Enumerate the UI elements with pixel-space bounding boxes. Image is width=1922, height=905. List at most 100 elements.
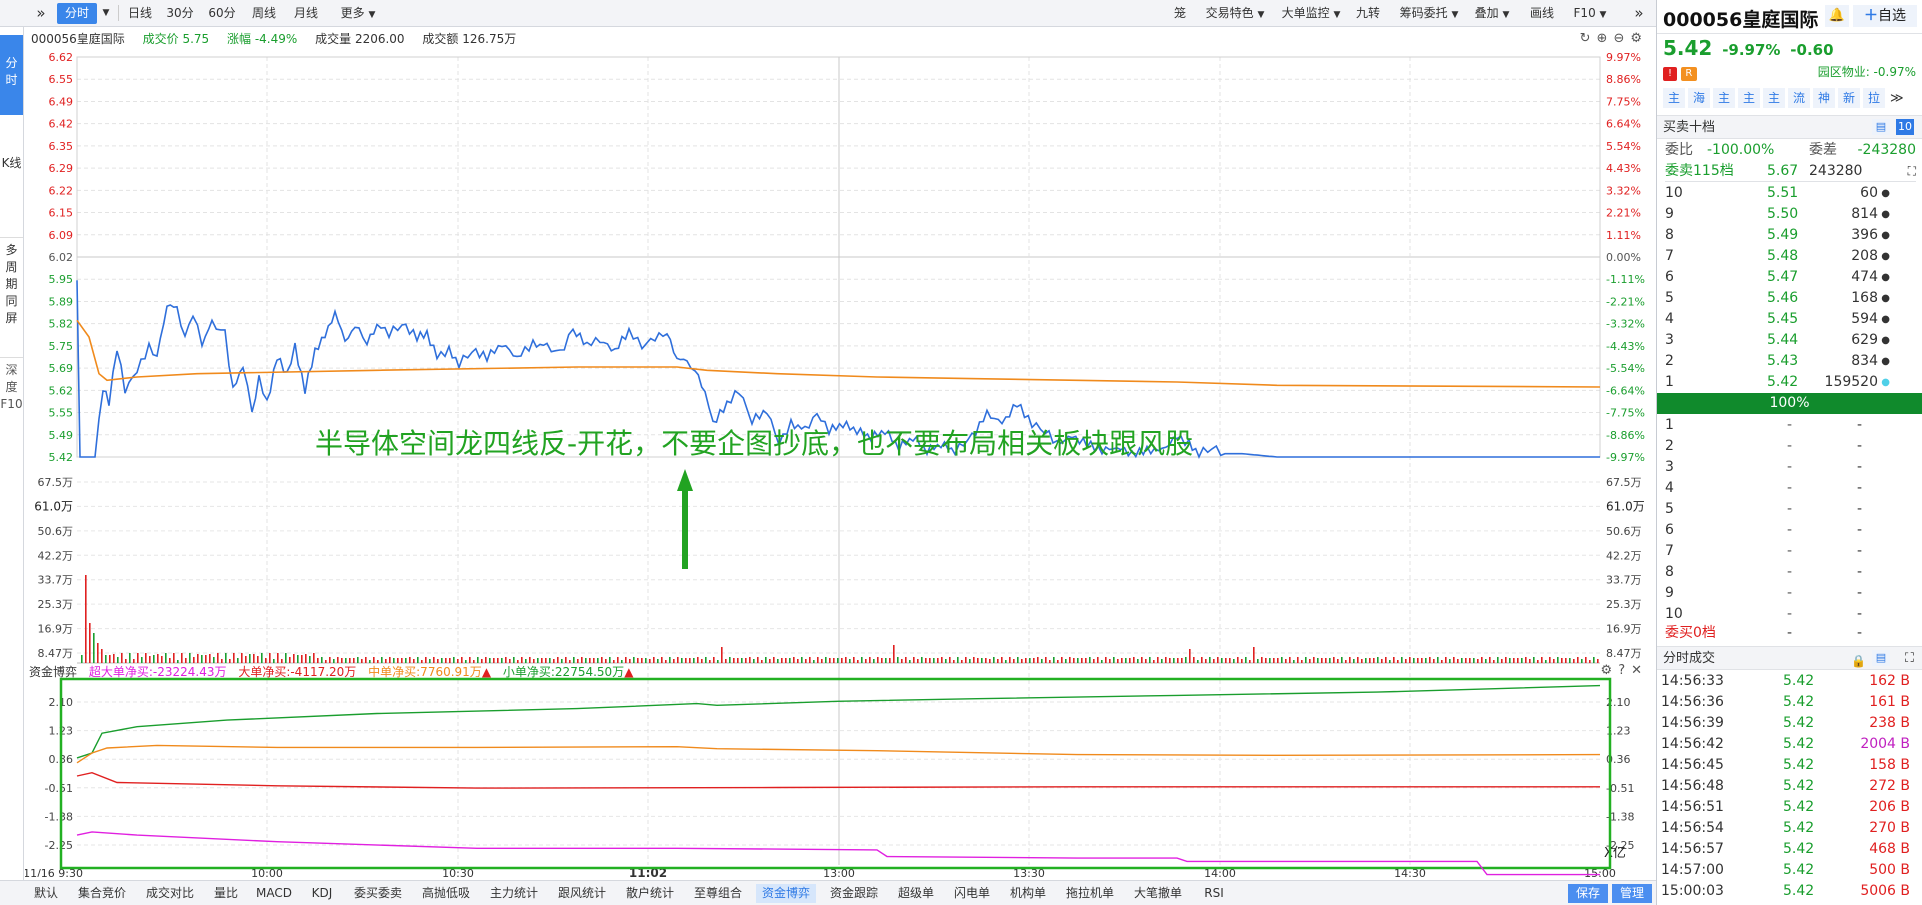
buy-level-row[interactable]: 7 - - [1665, 541, 1916, 562]
quick-button[interactable]: 主 [1763, 88, 1785, 108]
indicator-tab[interactable]: 主力统计 [484, 884, 544, 903]
sell-level-row[interactable]: 5 5.46 168 ● [1665, 288, 1916, 309]
sell-level-row[interactable]: 9 5.50 814 ● [1665, 204, 1916, 225]
toolbar-chip-order[interactable]: 筹码委托 ▼ [1394, 3, 1464, 24]
buy-level-row[interactable]: 3 - - [1665, 457, 1916, 478]
manage-button[interactable]: 管理 [1612, 884, 1652, 903]
tab-more[interactable]: 更多 ▼ [333, 3, 383, 24]
quick-button[interactable]: 海 [1688, 88, 1710, 108]
quick-button[interactable]: 主 [1713, 88, 1735, 108]
tab-60min[interactable]: 60分 [204, 3, 240, 24]
indicator-tab[interactable]: 大笔撤单 [1128, 884, 1188, 903]
rating-badge[interactable]: R [1680, 67, 1697, 81]
indicator-tab[interactable]: 机构单 [1004, 884, 1052, 903]
indicator-tab[interactable]: 资金博弈 [756, 884, 816, 903]
quick-button[interactable]: 主 [1663, 88, 1685, 108]
sell-level-row[interactable]: 1 5.42 159520 ● [1665, 372, 1916, 393]
sell-level-row[interactable]: 10 5.51 60 ● [1665, 183, 1916, 204]
orderbook-depth-toggle[interactable]: 10 [1896, 119, 1914, 135]
volume-bar [1393, 657, 1395, 663]
toolbar-item-cage[interactable]: 笼 [1170, 3, 1190, 24]
warning-icon[interactable]: ! [1663, 67, 1677, 81]
volume-bar [197, 654, 199, 663]
lock-icon[interactable]: 🔒 [1851, 649, 1866, 673]
sell-level-row[interactable]: 8 5.49 396 ● [1665, 225, 1916, 246]
indicator-tab[interactable]: 闪电单 [948, 884, 996, 903]
indicator-tab[interactable]: 跟风统计 [552, 884, 612, 903]
buy-level-row[interactable]: 5 - - [1665, 499, 1916, 520]
toolbar-nine-turn[interactable]: 九转 [1349, 3, 1387, 24]
volume-bar [209, 654, 211, 663]
sell-level-row[interactable]: 7 5.48 208 ● [1665, 246, 1916, 267]
side-tab-timeshare[interactable]: 分时 [0, 35, 23, 115]
toolbar-big-order-monitor[interactable]: 大单监控 ▼ [1277, 3, 1345, 24]
collapse-left-icon[interactable]: » [30, 3, 52, 24]
sell-level-row[interactable]: 4 5.45 594 ● [1665, 309, 1916, 330]
toolbar-draw-line[interactable]: 画线 [1524, 3, 1560, 24]
volume-bar [865, 659, 867, 663]
quick-button[interactable]: 流 [1788, 88, 1810, 108]
indicator-tab[interactable]: 集合竞价 [72, 884, 132, 903]
buy-level-row[interactable]: 10 - - [1665, 604, 1916, 625]
sell-level-row[interactable]: 3 5.44 629 ● [1665, 330, 1916, 351]
sell-level-row[interactable]: 2 5.43 834 ● [1665, 351, 1916, 372]
indicator-tab[interactable]: 成交对比 [140, 884, 200, 903]
indicator-tab[interactable]: 散户统计 [620, 884, 680, 903]
expand-right-icon[interactable]: » [1628, 3, 1650, 24]
volume-bar [1541, 657, 1543, 663]
indicator-tab[interactable]: 默认 [28, 884, 64, 903]
indicator-tab[interactable]: RSI [1196, 884, 1232, 903]
side-tab-kline[interactable]: K线 [0, 149, 23, 209]
indicator-tab[interactable]: 委买委卖 [348, 884, 408, 903]
buy-level-row[interactable]: 6 - - [1665, 520, 1916, 541]
add-watchlist-button[interactable]: ＋自选 [1853, 5, 1917, 27]
industry-change[interactable]: 园区物业: -0.97% [1818, 62, 1916, 82]
tab-daily[interactable]: 日线 [122, 3, 158, 24]
quick-button[interactable]: 主 [1738, 88, 1760, 108]
quick-button[interactable]: 拉 [1863, 88, 1885, 108]
trade-row: 15:00:03 5.42 5006 B [1661, 881, 1916, 902]
chevron-down-icon: ▼ [1333, 10, 1341, 20]
buy-level-row[interactable]: 2 - - [1665, 436, 1916, 457]
info-icon[interactable]: ℹ [1807, 9, 1811, 22]
toolbar-overlay[interactable]: 叠加 ▼ [1470, 3, 1514, 24]
buy-level-row[interactable]: 4 - - [1665, 478, 1916, 499]
buy-level-row[interactable]: 8 - - [1665, 562, 1916, 583]
gear-icon[interactable]: ⚙ [1601, 663, 1619, 678]
indicator-tab[interactable]: 拖拉机单 [1060, 884, 1120, 903]
toolbar-f10[interactable]: F10 ▼ [1570, 3, 1610, 24]
save-button[interactable]: 保存 [1568, 884, 1608, 903]
indicator-tab[interactable]: 资金跟踪 [824, 884, 884, 903]
chevron-down-icon[interactable]: ▼ [99, 3, 113, 24]
close-icon[interactable]: ✕ [1631, 663, 1648, 678]
trades-grid-icon[interactable]: ▤ [1872, 650, 1890, 666]
volume-bar [1589, 660, 1591, 663]
indicator-tab[interactable]: 超级单 [892, 884, 940, 903]
volume-bar [1237, 657, 1239, 663]
toolbar-trade-features[interactable]: 交易特色 ▼ [1195, 3, 1275, 24]
bell-icon[interactable]: 🔔 [1825, 5, 1849, 27]
indicator-tab[interactable]: 至尊组合 [688, 884, 748, 903]
tab-monthly[interactable]: 月线 [288, 3, 324, 24]
orderbook-grid-icon[interactable]: ▤ [1872, 119, 1890, 135]
indicator-tab[interactable]: MACD [252, 884, 296, 903]
collapse-icon[interactable]: ≫ [1890, 91, 1904, 106]
expand-icon[interactable]: ⛶ [1905, 647, 1914, 671]
buy-level-row[interactable]: 1 - - [1665, 415, 1916, 436]
expand-icon[interactable]: ⛶ [1908, 161, 1916, 182]
tab-30min[interactable]: 30分 [162, 3, 198, 24]
sell-level-row[interactable]: 6 5.47 474 ● [1665, 267, 1916, 288]
quick-button[interactable]: 新 [1838, 88, 1860, 108]
quick-button[interactable]: 神 [1813, 88, 1835, 108]
buy-level-row[interactable]: 9 - - [1665, 583, 1916, 604]
indicator-tab[interactable]: 量比 [208, 884, 244, 903]
trade-features-label: 交易特色 [1205, 6, 1254, 20]
volume-bar [813, 660, 815, 663]
side-tab-f10[interactable]: 深度F10 [0, 357, 23, 487]
help-icon[interactable]: ? [1618, 663, 1631, 678]
indicator-tab[interactable]: KDJ [304, 884, 340, 903]
indicator-tab[interactable]: 高抛低吸 [416, 884, 476, 903]
tab-weekly[interactable]: 周线 [246, 3, 282, 24]
side-tab-multi-period[interactable]: 多周期同屏 [0, 237, 23, 347]
tab-timeshare[interactable]: 分时 [57, 3, 97, 24]
